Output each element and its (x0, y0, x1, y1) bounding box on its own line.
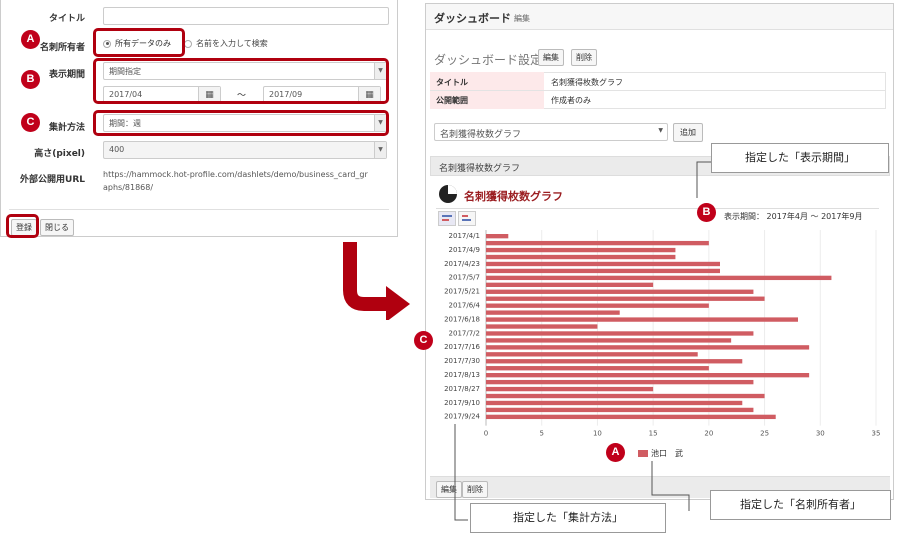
callout-period: 指定した「表示期間」 (711, 143, 889, 173)
callout-connectors (454, 143, 713, 521)
callout-owner: 指定した「名刺所有者」 (710, 490, 891, 520)
callout-aggregation: 指定した「集計方法」 (470, 503, 666, 533)
